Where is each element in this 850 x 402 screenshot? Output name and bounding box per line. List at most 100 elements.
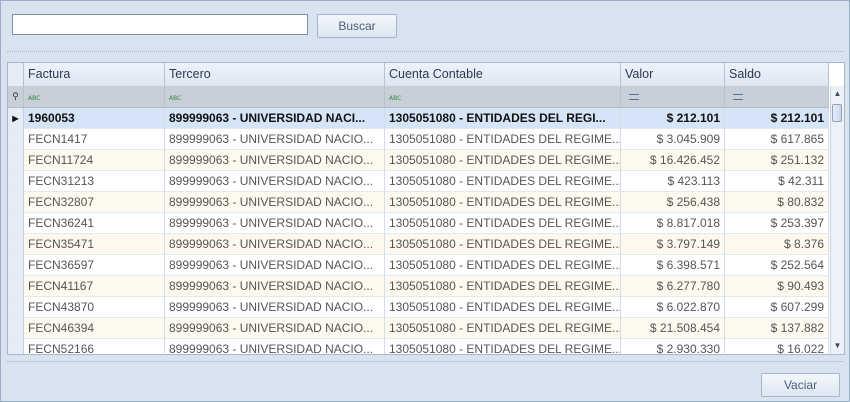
cell-cuenta[interactable]: 1305051080 - ENTIDADES DEL REGIME... — [385, 192, 621, 213]
cell-tercero[interactable]: 899999063 - UNIVERSIDAD NACIO... — [165, 276, 385, 297]
cell-saldo[interactable]: $ 90.493 — [725, 276, 829, 297]
cell-tercero[interactable]: 899999063 - UNIVERSIDAD NACIO... — [165, 255, 385, 276]
cell-tercero[interactable]: 899999063 - UNIVERSIDAD NACIO... — [165, 318, 385, 339]
cell-factura[interactable]: FECN31213 — [24, 171, 165, 192]
cell-valor[interactable]: $ 3.045.909 — [621, 129, 725, 150]
cell-tercero[interactable]: 899999063 - UNIVERSIDAD NACIO... — [165, 339, 385, 354]
table-row[interactable]: FECN41167 899999063 - UNIVERSIDAD NACIO..… — [8, 276, 829, 297]
cell-valor[interactable]: $ 212.101 — [621, 108, 725, 129]
cell-valor[interactable]: $ 2.930.330 — [621, 339, 725, 354]
cell-valor[interactable]: $ 256.438 — [621, 192, 725, 213]
table-row[interactable]: FECN43870 899999063 - UNIVERSIDAD NACIO..… — [8, 297, 829, 318]
row-indicator[interactable]: ▶ — [8, 108, 24, 129]
cell-factura[interactable]: FECN32807 — [24, 192, 165, 213]
cell-saldo[interactable]: $ 137.882 — [725, 318, 829, 339]
row-indicator[interactable] — [8, 213, 24, 234]
table-row[interactable]: FECN1417 899999063 - UNIVERSIDAD NACIO...… — [8, 129, 829, 150]
table-row[interactable]: FECN32807 899999063 - UNIVERSIDAD NACIO..… — [8, 192, 829, 213]
cell-factura[interactable]: FECN36241 — [24, 213, 165, 234]
cell-cuenta[interactable]: 1305051080 - ENTIDADES DEL REGIME... — [385, 234, 621, 255]
row-indicator[interactable] — [8, 297, 24, 318]
cell-cuenta[interactable]: 1305051080 - ENTIDADES DEL REGIME... — [385, 339, 621, 354]
cell-valor[interactable]: $ 6.398.571 — [621, 255, 725, 276]
table-row[interactable]: FECN35471 899999063 - UNIVERSIDAD NACIO..… — [8, 234, 829, 255]
filter-tercero[interactable]: ABC — [165, 86, 385, 107]
cell-cuenta[interactable]: 1305051080 - ENTIDADES DEL REGIME... — [385, 318, 621, 339]
table-row[interactable]: ▶ 1960053 899999063 - UNIVERSIDAD NACI... 1… — [8, 108, 829, 129]
table-row[interactable]: FECN52166 899999063 - UNIVERSIDAD NACIO..… — [8, 339, 829, 354]
filter-saldo[interactable] — [725, 86, 829, 107]
table-row[interactable]: FECN36597 899999063 - UNIVERSIDAD NACIO..… — [8, 255, 829, 276]
cell-factura[interactable]: FECN41167 — [24, 276, 165, 297]
cell-factura[interactable]: FECN46394 — [24, 318, 165, 339]
cell-tercero[interactable]: 899999063 - UNIVERSIDAD NACIO... — [165, 150, 385, 171]
cell-cuenta[interactable]: 1305051080 - ENTIDADES DEL REGIME... — [385, 129, 621, 150]
cell-saldo[interactable]: $ 80.832 — [725, 192, 829, 213]
cell-cuenta[interactable]: 1305051080 - ENTIDADES DEL REGI... — [385, 108, 621, 129]
cell-cuenta[interactable]: 1305051080 - ENTIDADES DEL REGIME... — [385, 171, 621, 192]
cell-cuenta[interactable]: 1305051080 - ENTIDADES DEL REGIME... — [385, 276, 621, 297]
column-header-saldo[interactable]: Saldo — [725, 63, 829, 86]
table-row[interactable]: FECN31213 899999063 - UNIVERSIDAD NACIO..… — [8, 171, 829, 192]
column-header-factura[interactable]: Factura — [24, 63, 165, 86]
cell-factura[interactable]: FECN11724 — [24, 150, 165, 171]
cell-tercero[interactable]: 899999063 - UNIVERSIDAD NACI... — [165, 108, 385, 129]
cell-cuenta[interactable]: 1305051080 - ENTIDADES DEL REGIME... — [385, 150, 621, 171]
row-indicator[interactable] — [8, 171, 24, 192]
scroll-down-icon[interactable]: ▼ — [831, 340, 844, 352]
cell-valor[interactable]: $ 16.426.452 — [621, 150, 725, 171]
row-indicator[interactable] — [8, 318, 24, 339]
cell-tercero[interactable]: 899999063 - UNIVERSIDAD NACIO... — [165, 213, 385, 234]
cell-factura[interactable]: FECN43870 — [24, 297, 165, 318]
column-header-tercero[interactable]: Tercero — [165, 63, 385, 86]
row-indicator[interactable] — [8, 192, 24, 213]
cell-factura[interactable]: FECN36597 — [24, 255, 165, 276]
filter-cuenta[interactable]: ABC — [385, 86, 621, 107]
cell-cuenta[interactable]: 1305051080 - ENTIDADES DEL REGIME... — [385, 255, 621, 276]
row-indicator[interactable] — [8, 234, 24, 255]
scroll-thumb[interactable] — [832, 104, 842, 122]
filter-valor[interactable] — [621, 86, 725, 107]
table-row[interactable]: FECN36241 899999063 - UNIVERSIDAD NACIO..… — [8, 213, 829, 234]
cell-factura[interactable]: FECN52166 — [24, 339, 165, 354]
cell-saldo[interactable]: $ 16.022 — [725, 339, 829, 354]
cell-valor[interactable]: $ 6.022.870 — [621, 297, 725, 318]
vertical-scrollbar[interactable]: ▲ ▼ — [830, 86, 844, 354]
row-indicator[interactable] — [8, 276, 24, 297]
clear-button[interactable]: Vaciar — [761, 373, 840, 397]
cell-saldo[interactable]: $ 42.311 — [725, 171, 829, 192]
cell-saldo[interactable]: $ 617.865 — [725, 129, 829, 150]
row-indicator[interactable] — [8, 129, 24, 150]
cell-saldo[interactable]: $ 8.376 — [725, 234, 829, 255]
cell-tercero[interactable]: 899999063 - UNIVERSIDAD NACIO... — [165, 297, 385, 318]
cell-cuenta[interactable]: 1305051080 - ENTIDADES DEL REGIME... — [385, 213, 621, 234]
search-input[interactable] — [12, 14, 308, 35]
table-row[interactable]: FECN11724 899999063 - UNIVERSIDAD NACIO..… — [8, 150, 829, 171]
row-indicator[interactable] — [8, 255, 24, 276]
cell-cuenta[interactable]: 1305051080 - ENTIDADES DEL REGIME... — [385, 297, 621, 318]
filter-factura[interactable]: ABC — [24, 86, 165, 107]
search-button[interactable]: Buscar — [317, 14, 397, 38]
row-indicator[interactable] — [8, 150, 24, 171]
row-indicator[interactable] — [8, 339, 24, 354]
cell-saldo[interactable]: $ 251.132 — [725, 150, 829, 171]
cell-valor[interactable]: $ 423.113 — [621, 171, 725, 192]
table-row[interactable]: FECN46394 899999063 - UNIVERSIDAD NACIO..… — [8, 318, 829, 339]
cell-factura[interactable]: FECN1417 — [24, 129, 165, 150]
column-header-valor[interactable]: Valor — [621, 63, 725, 86]
scroll-up-icon[interactable]: ▲ — [831, 88, 844, 100]
cell-factura[interactable]: 1960053 — [24, 108, 165, 129]
cell-tercero[interactable]: 899999063 - UNIVERSIDAD NACIO... — [165, 171, 385, 192]
cell-factura[interactable]: FECN35471 — [24, 234, 165, 255]
column-header-cuenta[interactable]: Cuenta Contable — [385, 63, 621, 86]
cell-valor[interactable]: $ 6.277.780 — [621, 276, 725, 297]
cell-saldo[interactable]: $ 212.101 — [725, 108, 829, 129]
cell-valor[interactable]: $ 3.797.149 — [621, 234, 725, 255]
cell-tercero[interactable]: 899999063 - UNIVERSIDAD NACIO... — [165, 234, 385, 255]
cell-valor[interactable]: $ 8.817.018 — [621, 213, 725, 234]
cell-tercero[interactable]: 899999063 - UNIVERSIDAD NACIO... — [165, 129, 385, 150]
cell-saldo[interactable]: $ 607.299 — [725, 297, 829, 318]
cell-saldo[interactable]: $ 253.397 — [725, 213, 829, 234]
cell-saldo[interactable]: $ 252.564 — [725, 255, 829, 276]
cell-valor[interactable]: $ 21.508.454 — [621, 318, 725, 339]
